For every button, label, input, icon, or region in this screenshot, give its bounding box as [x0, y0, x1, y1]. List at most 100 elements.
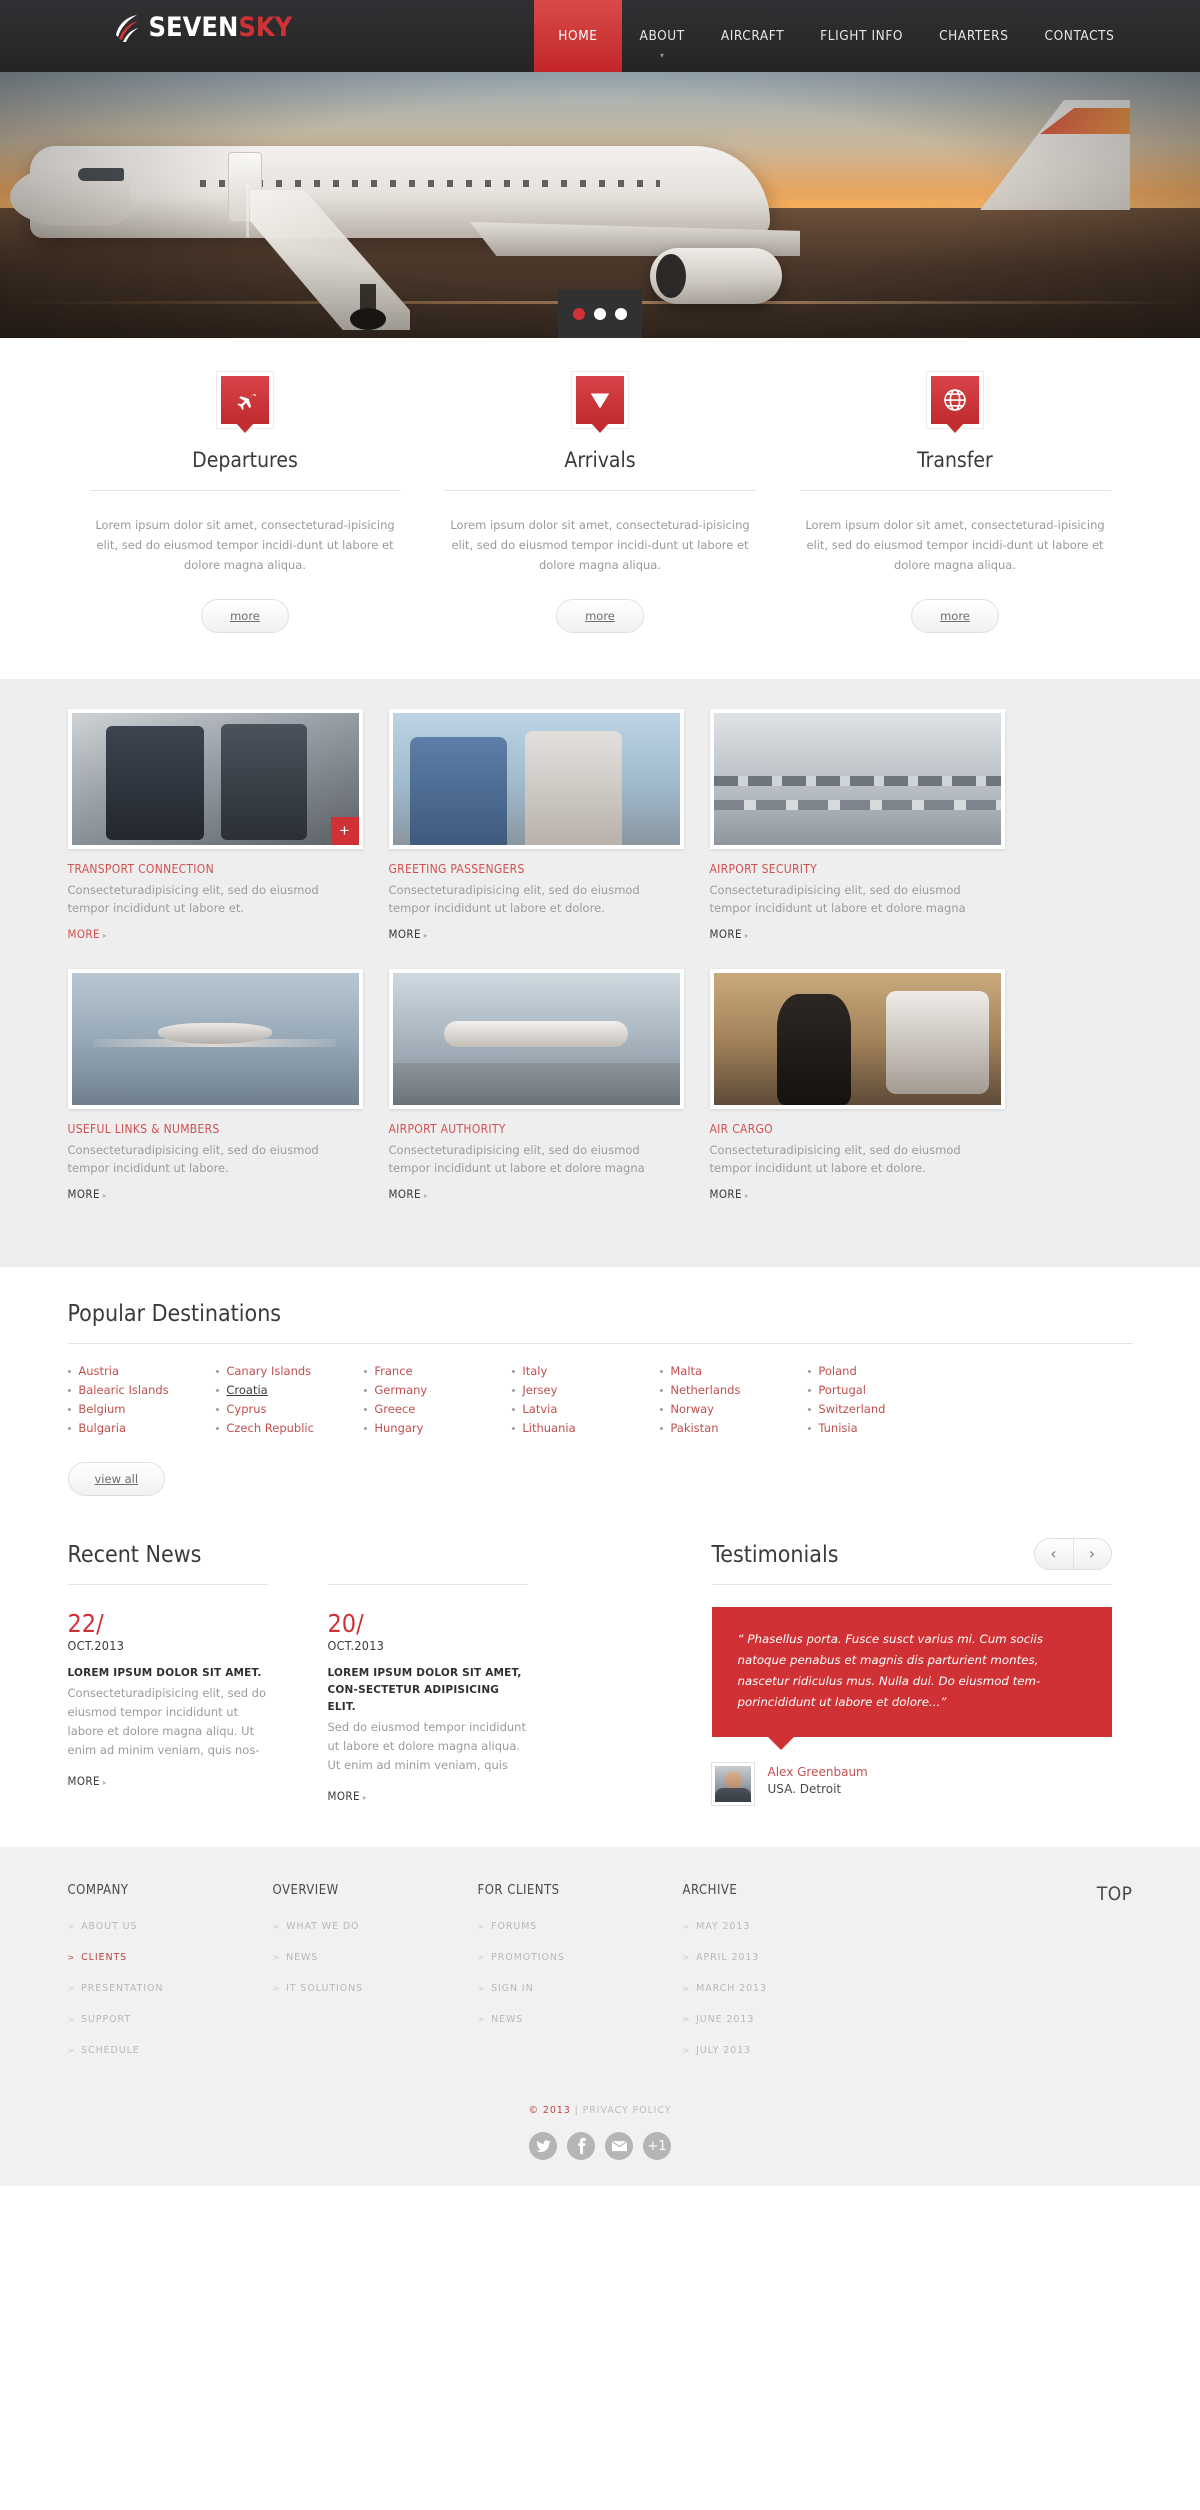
slider-dot-3[interactable] — [615, 308, 627, 320]
features-grid-section: + TRANSPORT CONNECTION Consecteturadipis… — [0, 679, 1200, 1267]
back-to-top-link[interactable]: TOP — [1097, 1883, 1133, 1905]
hero-slider — [0, 72, 1200, 338]
grid-item-transport-connection[interactable]: + TRANSPORT CONNECTION Consecteturadipis… — [67, 709, 363, 943]
testimonial-next-button[interactable]: › — [1072, 1539, 1111, 1569]
facebook-icon[interactable] — [567, 2132, 595, 2160]
list-item: Malta — [660, 1364, 780, 1378]
footer-link[interactable]: > MARCH 2013 — [683, 1983, 767, 1994]
grid-item-more-link[interactable]: MORE ▸ — [68, 927, 107, 941]
view-all-button[interactable]: view all — [67, 1462, 166, 1496]
footer-link[interactable]: > JULY 2013 — [683, 2045, 752, 2056]
destination-link[interactable]: Germany — [374, 1383, 427, 1397]
grid-item-more-link[interactable]: MORE ▸ — [710, 1187, 749, 1201]
destination-link[interactable]: Pakistan — [670, 1421, 718, 1435]
destination-link[interactable]: Greece — [374, 1402, 415, 1416]
footer-link[interactable]: > JUNE 2013 — [683, 2014, 755, 2025]
google-plus-one-icon[interactable]: +1 — [643, 2132, 671, 2160]
footer-link[interactable]: > SUPPORT — [68, 2014, 132, 2025]
destination-link[interactable]: Czech Republic — [226, 1421, 314, 1435]
news-body: Consecteturadipisicing elit, sed do eius… — [67, 1686, 266, 1757]
slider-pagination[interactable] — [558, 290, 642, 338]
grid-more-label: MORE — [67, 927, 100, 941]
destination-link[interactable]: Italy — [522, 1364, 547, 1378]
destination-link[interactable]: Belgium — [78, 1402, 125, 1416]
news-more-link[interactable]: MORE ▸ — [328, 1789, 367, 1803]
news-more-link[interactable]: MORE ▸ — [68, 1774, 107, 1788]
grid-item-airport-security[interactable]: AIRPORT SECURITY Consecteturadipisicing … — [709, 709, 1005, 943]
footer-link[interactable]: > WHAT WE DO — [273, 1921, 360, 1932]
footer-link[interactable]: > MAY 2013 — [683, 1921, 751, 1932]
destination-link[interactable]: Bulgaria — [78, 1421, 126, 1435]
nav-item-charters[interactable]: CHARTERS — [921, 0, 1026, 72]
slider-dot-2[interactable] — [594, 308, 606, 320]
testimonial-prev-button[interactable]: ‹ — [1035, 1539, 1073, 1569]
footer-link[interactable]: > NEWS — [273, 1952, 319, 1963]
destination-link[interactable]: Jersey — [522, 1383, 557, 1397]
main-navigation[interactable]: HOME ABOUT ▾ AIRCRAFT FLIGHT INFO CHARTER… — [534, 0, 1132, 72]
destinations-column-6: Poland Portugal Switzerland Tunisia — [808, 1364, 928, 1440]
footer-link[interactable]: > IT SOLUTIONS — [273, 1983, 364, 1994]
grid-item-air-cargo[interactable]: AIR CARGO Consecteturadipisicing elit, s… — [709, 969, 1005, 1203]
destination-link[interactable]: Canary Islands — [226, 1364, 311, 1378]
list-item: Pakistan — [660, 1421, 780, 1435]
destination-link[interactable]: Portugal — [818, 1383, 866, 1397]
grid-item-more-link[interactable]: MORE ▸ — [710, 927, 749, 941]
site-logo[interactable]: SEVENSKY — [114, 13, 292, 43]
destination-link[interactable]: Austria — [78, 1364, 119, 1378]
destination-link[interactable]: Malta — [670, 1364, 702, 1378]
grid-item-more-link[interactable]: MORE ▸ — [68, 1187, 107, 1201]
service-more-button[interactable]: more — [911, 599, 999, 633]
grid-item-more-link[interactable]: MORE ▸ — [389, 1187, 428, 1201]
footer-link[interactable]: > PRESENTATION — [68, 1983, 164, 1994]
grid-item-useful-links-numbers[interactable]: USEFUL LINKS & NUMBERS Consecteturadipis… — [67, 969, 363, 1203]
footer-link[interactable]: > PROMOTIONS — [478, 1952, 565, 1963]
destination-link[interactable]: Cyprus — [226, 1402, 266, 1416]
destination-link[interactable]: Hungary — [374, 1421, 423, 1435]
nav-item-home[interactable]: HOME — [534, 0, 622, 72]
destination-link-hovered[interactable]: Croatia — [226, 1383, 267, 1397]
destination-link[interactable]: Switzerland — [818, 1402, 885, 1416]
destination-link[interactable]: Poland — [818, 1364, 856, 1378]
grid-item-thumbnail[interactable] — [388, 969, 684, 1109]
service-more-button[interactable]: more — [201, 599, 289, 633]
grid-item-thumbnail[interactable] — [67, 969, 363, 1109]
grid-item-thumbnail[interactable] — [388, 709, 684, 849]
destination-link[interactable]: Lithuania — [522, 1421, 575, 1435]
footer-link[interactable]: > APRIL 2013 — [683, 1952, 760, 1963]
destination-link[interactable]: Latvia — [522, 1402, 557, 1416]
grid-item-greeting-passengers[interactable]: GREETING PASSENGERS Consecteturadipisici… — [388, 709, 684, 943]
destination-link[interactable]: Balearic Islands — [78, 1383, 168, 1397]
grid-item-thumbnail[interactable] — [709, 969, 1005, 1109]
twitter-icon[interactable] — [529, 2132, 557, 2160]
destination-link[interactable]: Tunisia — [818, 1421, 857, 1435]
footer-link-active[interactable]: > CLIENTS — [68, 1952, 128, 1963]
email-icon[interactable] — [605, 2132, 633, 2160]
slider-dot-1[interactable] — [573, 308, 585, 320]
grid-item-more-link[interactable]: MORE ▸ — [389, 927, 428, 941]
footer-link[interactable]: > SIGN IN — [478, 1983, 534, 1994]
chevron-right-icon: > — [477, 1922, 486, 1931]
service-more-button[interactable]: more — [556, 599, 644, 633]
footer-link[interactable]: > NEWS — [478, 2014, 524, 2025]
grid-item-airport-authority[interactable]: AIRPORT AUTHORITY Consecteturadipisicing… — [388, 969, 684, 1203]
nav-item-aircraft[interactable]: AIRCRAFT — [703, 0, 802, 72]
plus-icon[interactable]: + — [330, 817, 359, 845]
destination-link[interactable]: Norway — [670, 1402, 714, 1416]
footer-link[interactable]: > FORUMS — [478, 1921, 538, 1932]
destination-link[interactable]: France — [374, 1364, 412, 1378]
nav-item-flight-info[interactable]: FLIGHT INFO — [802, 0, 921, 72]
footer-link[interactable]: > ABOUT US — [68, 1921, 138, 1932]
grid-item-thumbnail[interactable] — [709, 709, 1005, 849]
grid-item-thumbnail[interactable]: + — [67, 709, 363, 849]
popular-destinations-section: Popular Destinations Austria Balearic Is… — [0, 1267, 1200, 1514]
chevron-right-icon: > — [682, 2015, 691, 2024]
nav-item-about[interactable]: ABOUT ▾ — [622, 0, 703, 72]
testimonial-author-name[interactable]: Alex Greenbaum — [768, 1765, 868, 1779]
privacy-policy-link[interactable]: | PRIVACY POLICY — [571, 2105, 672, 2116]
testimonials-nav[interactable]: ‹ › — [1033, 1538, 1112, 1570]
nav-item-contacts[interactable]: CONTACTS — [1027, 0, 1133, 72]
footer-link[interactable]: > SCHEDULE — [68, 2045, 140, 2056]
grid-item-text: Consecteturadipisicing elit, sed do eius… — [709, 883, 966, 915]
destination-link[interactable]: Netherlands — [670, 1383, 740, 1397]
social-links[interactable]: +1 — [68, 2132, 1133, 2160]
